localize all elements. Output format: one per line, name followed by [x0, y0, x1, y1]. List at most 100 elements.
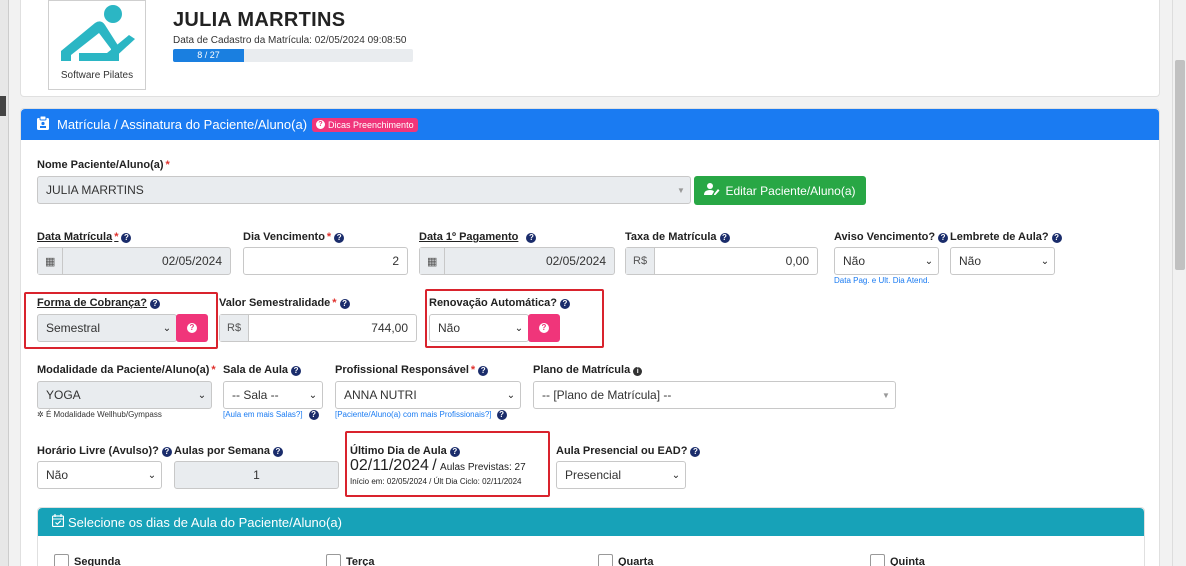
- enroll-fee-input[interactable]: R$ 0,00: [625, 247, 818, 275]
- due-notice-value: Não: [843, 254, 866, 268]
- enroll-date-label: Data Matrícula *?: [37, 231, 132, 243]
- auto-renew-help-button[interactable]: ?: [528, 314, 560, 342]
- help-icon[interactable]: ?: [496, 410, 507, 420]
- info-icon[interactable]: i: [633, 367, 643, 376]
- help-icon[interactable]: ?: [308, 410, 319, 420]
- help-icon[interactable]: ?: [478, 366, 489, 376]
- class-reminder-label: Lembrete de Aula??: [950, 231, 1062, 243]
- mode-label: Aula Presencial ou EAD??: [556, 445, 701, 457]
- help-icon[interactable]: ?: [334, 233, 345, 243]
- help-icon[interactable]: ?: [150, 299, 161, 309]
- card-title: Matrícula / Assinatura do Paciente/Aluno…: [57, 117, 308, 132]
- help-icon[interactable]: ?: [121, 233, 132, 243]
- modality-hint: ✲ É Modalidade Wellhub/Gympass: [37, 410, 162, 419]
- due-day-input[interactable]: 2: [243, 247, 408, 275]
- billing-value: Semestral: [46, 321, 101, 335]
- mode-select[interactable]: Presencial ⌄: [556, 461, 686, 489]
- classes-per-week-input[interactable]: 1: [174, 461, 339, 489]
- help-icon[interactable]: ?: [291, 366, 302, 376]
- plan-select[interactable]: -- [Plano de Matrícula] -- ▼: [533, 381, 896, 409]
- chevron-down-icon: ⌄: [1040, 255, 1050, 267]
- billing-select[interactable]: Semestral ⌄: [37, 314, 177, 342]
- auto-renew-select[interactable]: Não ⌄: [429, 314, 529, 342]
- chevron-down-icon: ▼: [882, 390, 890, 400]
- help-icon[interactable]: ?: [272, 447, 283, 457]
- due-notice-select[interactable]: Não ⌄: [834, 247, 939, 275]
- user-edit-icon: [704, 183, 720, 198]
- progress-fill: 8 / 27: [173, 49, 245, 62]
- card-header: Matrícula / Assinatura do Paciente/Aluno…: [21, 109, 1159, 140]
- free-schedule-select[interactable]: Não ⌄: [37, 461, 162, 489]
- help-icon[interactable]: ?: [690, 447, 701, 457]
- professional-value: ANNA NUTRI: [344, 388, 417, 402]
- semester-value-value: 744,00: [371, 321, 408, 335]
- billing-help-button[interactable]: ?: [176, 314, 208, 342]
- semester-value-input[interactable]: R$ 744,00: [219, 314, 417, 342]
- chevron-down-icon: ⌄: [197, 389, 207, 401]
- class-days-header: Selecione os dias de Aula do Paciente/Al…: [38, 508, 1144, 536]
- day-monday[interactable]: Segunda: [54, 554, 120, 566]
- professional-hint[interactable]: [Paciente/Aluno(a) com mais Profissionai…: [335, 410, 507, 420]
- day-tuesday[interactable]: Terça: [326, 554, 375, 566]
- scrollbar-thumb[interactable]: [1175, 60, 1185, 270]
- help-icon: ?: [539, 323, 549, 333]
- page-scrollbar[interactable]: [1172, 0, 1186, 566]
- patient-label: Nome Paciente/Aluno(a) *: [37, 159, 170, 171]
- patient-header: Software Pilates JULIA MARRTINS Data de …: [20, 0, 1160, 97]
- help-icon[interactable]: ?: [1051, 233, 1062, 243]
- class-reminder-select[interactable]: Não ⌄: [950, 247, 1055, 275]
- help-icon[interactable]: ?: [449, 447, 460, 457]
- auto-renew-label: Renovação Automática??: [429, 297, 570, 309]
- help-icon: ?: [316, 120, 326, 129]
- calendar-icon[interactable]: ▦: [420, 248, 446, 274]
- enroll-date-input[interactable]: ▦ 02/05/2024: [37, 247, 231, 275]
- mode-value: Presencial: [565, 468, 622, 482]
- calendar-icon[interactable]: ▦: [38, 248, 64, 274]
- room-select[interactable]: -- Sala -- ⌄: [223, 381, 323, 409]
- due-day-label: Dia Vencimento *?: [243, 231, 345, 243]
- chevron-down-icon: ▼: [677, 185, 685, 195]
- patient-select[interactable]: JULIA MARRTINS ▼: [37, 176, 691, 204]
- class-days-title: Selecione os dias de Aula do Paciente/Al…: [68, 514, 342, 530]
- chevron-down-icon: ⌄: [671, 469, 681, 481]
- class-reminder-value: Não: [959, 254, 982, 268]
- help-icon[interactable]: ?: [719, 233, 730, 243]
- enroll-fee-value: 0,00: [785, 254, 809, 268]
- first-payment-input[interactable]: ▦ 02/05/2024: [419, 247, 615, 275]
- help-icon: ?: [187, 323, 197, 333]
- professional-label: Profissional Responsável *?: [335, 364, 489, 376]
- edit-patient-button[interactable]: Editar Paciente/Aluno(a): [694, 176, 866, 205]
- free-schedule-value: Não: [46, 468, 69, 482]
- currency-addon: R$: [220, 315, 250, 341]
- modality-label: Modalidade da Paciente/Aluno(a) *: [37, 364, 216, 376]
- pilates-logo-icon: [61, 5, 135, 61]
- modality-select[interactable]: YOGA ⌄: [37, 381, 212, 409]
- help-icon[interactable]: ?: [559, 299, 570, 309]
- logo: Software Pilates: [48, 0, 146, 90]
- chevron-down-icon: ⌄: [506, 389, 516, 401]
- professional-select[interactable]: ANNA NUTRI ⌄: [335, 381, 521, 409]
- help-icon[interactable]: ?: [938, 233, 949, 243]
- enroll-date-value: 02/05/2024: [161, 254, 222, 268]
- left-panel-edge: [0, 0, 9, 566]
- last-day-date: 02/11/2024: [350, 457, 429, 474]
- tips-badge[interactable]: ? Dicas Preenchimento: [312, 117, 418, 132]
- checkbox[interactable]: [326, 554, 341, 566]
- checkbox[interactable]: [54, 554, 69, 566]
- room-hint[interactable]: [Aula em mais Salas?]?: [223, 410, 319, 420]
- help-icon[interactable]: ?: [339, 299, 350, 309]
- room-label: Sala de Aula?: [223, 364, 302, 376]
- semester-value-label: Valor Semestralidade *?: [219, 297, 350, 309]
- day-thursday[interactable]: Quinta: [870, 554, 925, 566]
- last-day-separator: /: [432, 457, 437, 474]
- help-icon[interactable]: ?: [526, 233, 537, 243]
- checkbox[interactable]: [598, 554, 613, 566]
- auto-renew-value: Não: [438, 321, 461, 335]
- help-icon[interactable]: ?: [161, 447, 172, 457]
- chevron-down-icon: ⌄: [308, 389, 318, 401]
- checkbox[interactable]: [870, 554, 885, 566]
- gear-icon: ✲: [37, 410, 46, 419]
- edit-patient-button-label: Editar Paciente/Aluno(a): [725, 183, 856, 198]
- day-wednesday[interactable]: Quarta: [598, 554, 653, 566]
- chevron-down-icon: ⌄: [514, 322, 524, 334]
